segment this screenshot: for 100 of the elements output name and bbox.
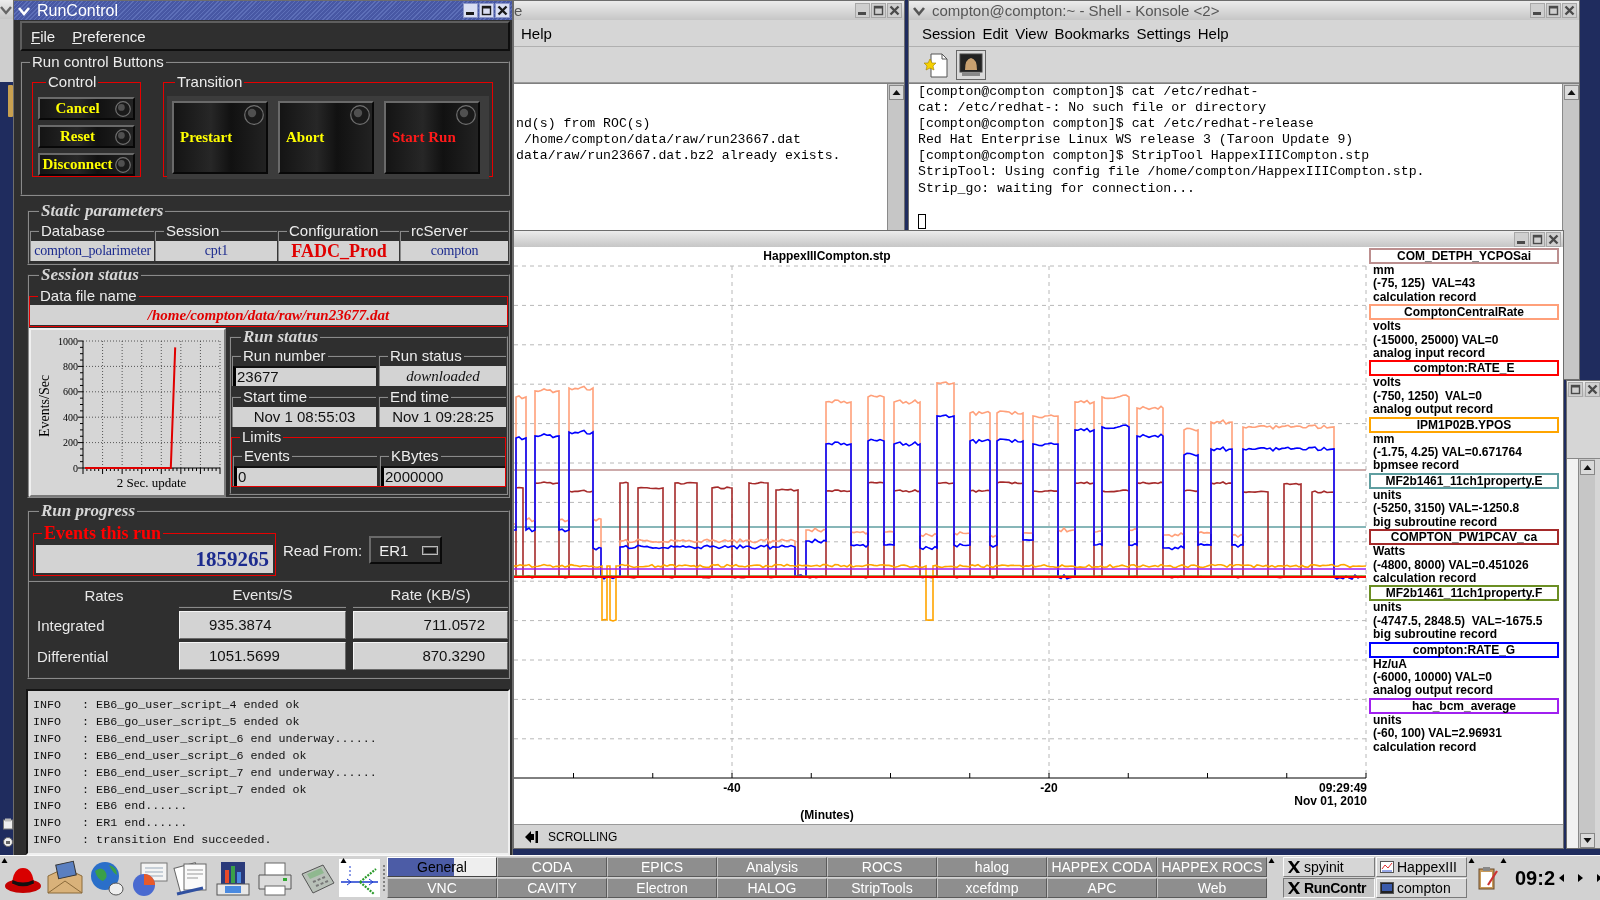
value-field: downloaded (380, 366, 506, 386)
bar-chart-icon[interactable] (213, 859, 253, 897)
log-line: INFO : EB6_end_user_script_7 ended ok (33, 781, 308, 799)
axis-time-label: 09:29:49 (1318, 781, 1367, 795)
close-icon[interactable] (495, 3, 510, 18)
text-cursor-icon (918, 213, 926, 229)
chart-window-icon (1380, 860, 1394, 874)
task-button[interactable]: HappexIII (1376, 857, 1467, 877)
scrollbar[interactable] (1562, 84, 1579, 379)
control-button[interactable]: Cancel (38, 97, 135, 120)
field-label: Run status (389, 348, 463, 364)
window-title: e (514, 1, 523, 20)
control-button[interactable]: Reset (38, 125, 135, 148)
applet-handle-icon[interactable] (1268, 857, 1275, 864)
applet-handle-icon[interactable] (1468, 857, 1475, 864)
arrow-left-icon[interactable] (1558, 873, 1566, 883)
row-label: Differential (36, 647, 110, 665)
axis-title: 2 Sec. update (116, 475, 187, 490)
maximize-icon[interactable] (1530, 231, 1545, 247)
scroll-up-icon[interactable] (1563, 85, 1579, 100)
menu-item[interactable]: Bookmarks (1054, 24, 1130, 42)
chart-title: HappexIIICompton.stp (763, 249, 891, 263)
value-field: compton_polarimeter (31, 241, 154, 261)
scrollbar[interactable] (1578, 459, 1595, 848)
legend-item-name: MF2b1461_11ch1property.E (1369, 472, 1559, 489)
log-line: INFO : EB6_end_user_script_7 end underway...... (33, 764, 378, 782)
envelope-icon[interactable] (45, 859, 85, 897)
minimize-icon[interactable] (855, 3, 870, 18)
axis-time-label: Nov 01, 2010 (1294, 794, 1367, 808)
legend-record-type: bpmsee record (1372, 459, 1461, 473)
axis-tick-label: 200 (63, 437, 78, 449)
close-icon[interactable] (1585, 381, 1600, 397)
menu-item[interactable]: Help (521, 24, 552, 42)
legend-item-name: ComptonCentralRate (1369, 304, 1559, 321)
arrow-left-icon[interactable] (524, 829, 539, 844)
desktop-icon[interactable] (3, 835, 13, 848)
close-icon[interactable] (887, 3, 902, 18)
transition-button[interactable]: Prestart (172, 101, 268, 174)
transition-button[interactable]: Abort (278, 101, 374, 174)
minimize-icon[interactable] (1530, 3, 1545, 18)
row-label: Integrated (36, 616, 106, 634)
legend-record-type: big subroutine record (1372, 628, 1498, 642)
page-star-icon[interactable] (922, 50, 950, 79)
axis-tick-label: -20 (1040, 781, 1058, 795)
legend-record-type: calculation record (1372, 290, 1478, 305)
column-header: Rates (83, 585, 125, 606)
menu-item[interactable]: File (31, 27, 56, 45)
menu-item[interactable]: Help (1197, 24, 1229, 42)
group-title: Control (47, 74, 98, 90)
value-field: Nov 1 08:55:03 (233, 407, 376, 427)
minimize-icon[interactable] (463, 3, 478, 18)
value-field: 1859265 (36, 545, 273, 573)
close-icon[interactable] (1546, 231, 1561, 247)
legend-units: mm (1372, 264, 1396, 278)
log-line: INFO : EB6_go_user_script_4 ended ok (33, 697, 301, 714)
minimize-icon[interactable] (1514, 231, 1529, 247)
legend-units: Hz/uA (1372, 657, 1408, 671)
legend-range: (-1.75, 4.25) VAL=0.671764 (1372, 446, 1523, 460)
legend-units: Watts (1372, 545, 1407, 559)
legend-item-name: hac_bcm_average (1369, 697, 1559, 714)
task-button[interactable]: RunContr (1283, 878, 1375, 898)
column-header: Rate (KB/S) (353, 582, 508, 608)
transition-button[interactable]: Start Run (384, 101, 480, 174)
maximize-icon[interactable] (1568, 381, 1583, 397)
scroll-up-icon[interactable] (1579, 460, 1595, 475)
grip-icon[interactable] (382, 864, 386, 892)
menu-item[interactable]: Session (922, 24, 976, 42)
control-button[interactable]: Disconnect (38, 153, 135, 176)
close-icon[interactable] (1562, 3, 1577, 18)
menu-item[interactable]: View (1015, 24, 1048, 42)
menu-item[interactable]: Preference (72, 27, 146, 45)
indicator-light-icon (115, 157, 131, 173)
legend-range: (-5250, 3150) VAL=-1250.8 (1372, 502, 1521, 516)
menu-item[interactable]: Settings (1136, 24, 1191, 42)
scroll-down-icon[interactable] (1579, 833, 1595, 848)
task-button[interactable]: spyinit (1283, 857, 1375, 877)
field-label: Data file name (39, 288, 138, 304)
option-menu[interactable]: ER1 (369, 536, 443, 564)
value-field: compton (401, 241, 508, 261)
value-field: 935.3874 (179, 611, 346, 639)
legend-units: volts (1372, 320, 1402, 334)
scrollbar[interactable] (887, 84, 904, 231)
applet-handle-icon[interactable] (1, 857, 8, 864)
applet-handle-icon[interactable] (1500, 857, 1507, 864)
diagram-icon[interactable] (339, 859, 380, 897)
maximize-icon[interactable] (479, 3, 494, 18)
legend-range: (-4747.5, 2848.5) VAL=-1675.5 (1372, 614, 1544, 629)
task-button[interactable]: compton (1376, 878, 1467, 898)
axis-tick-label: 600 (63, 386, 78, 398)
arrow-right-icon[interactable] (1577, 873, 1585, 883)
menu-item[interactable]: Edit (982, 24, 1009, 42)
scroll-up-icon[interactable] (888, 85, 904, 100)
maximize-icon[interactable] (1546, 3, 1561, 18)
maximize-icon[interactable] (871, 3, 886, 18)
log-line: INFO : EB6_end_user_script_6 end underway...... (33, 730, 378, 748)
clipboard-icon[interactable] (1477, 865, 1499, 891)
desktop-icon[interactable] (3, 818, 13, 830)
terminal-icon[interactable] (956, 49, 986, 80)
axis-tick-label: 400 (63, 411, 78, 423)
log-line: INFO : transition End succeeded. (33, 832, 273, 850)
